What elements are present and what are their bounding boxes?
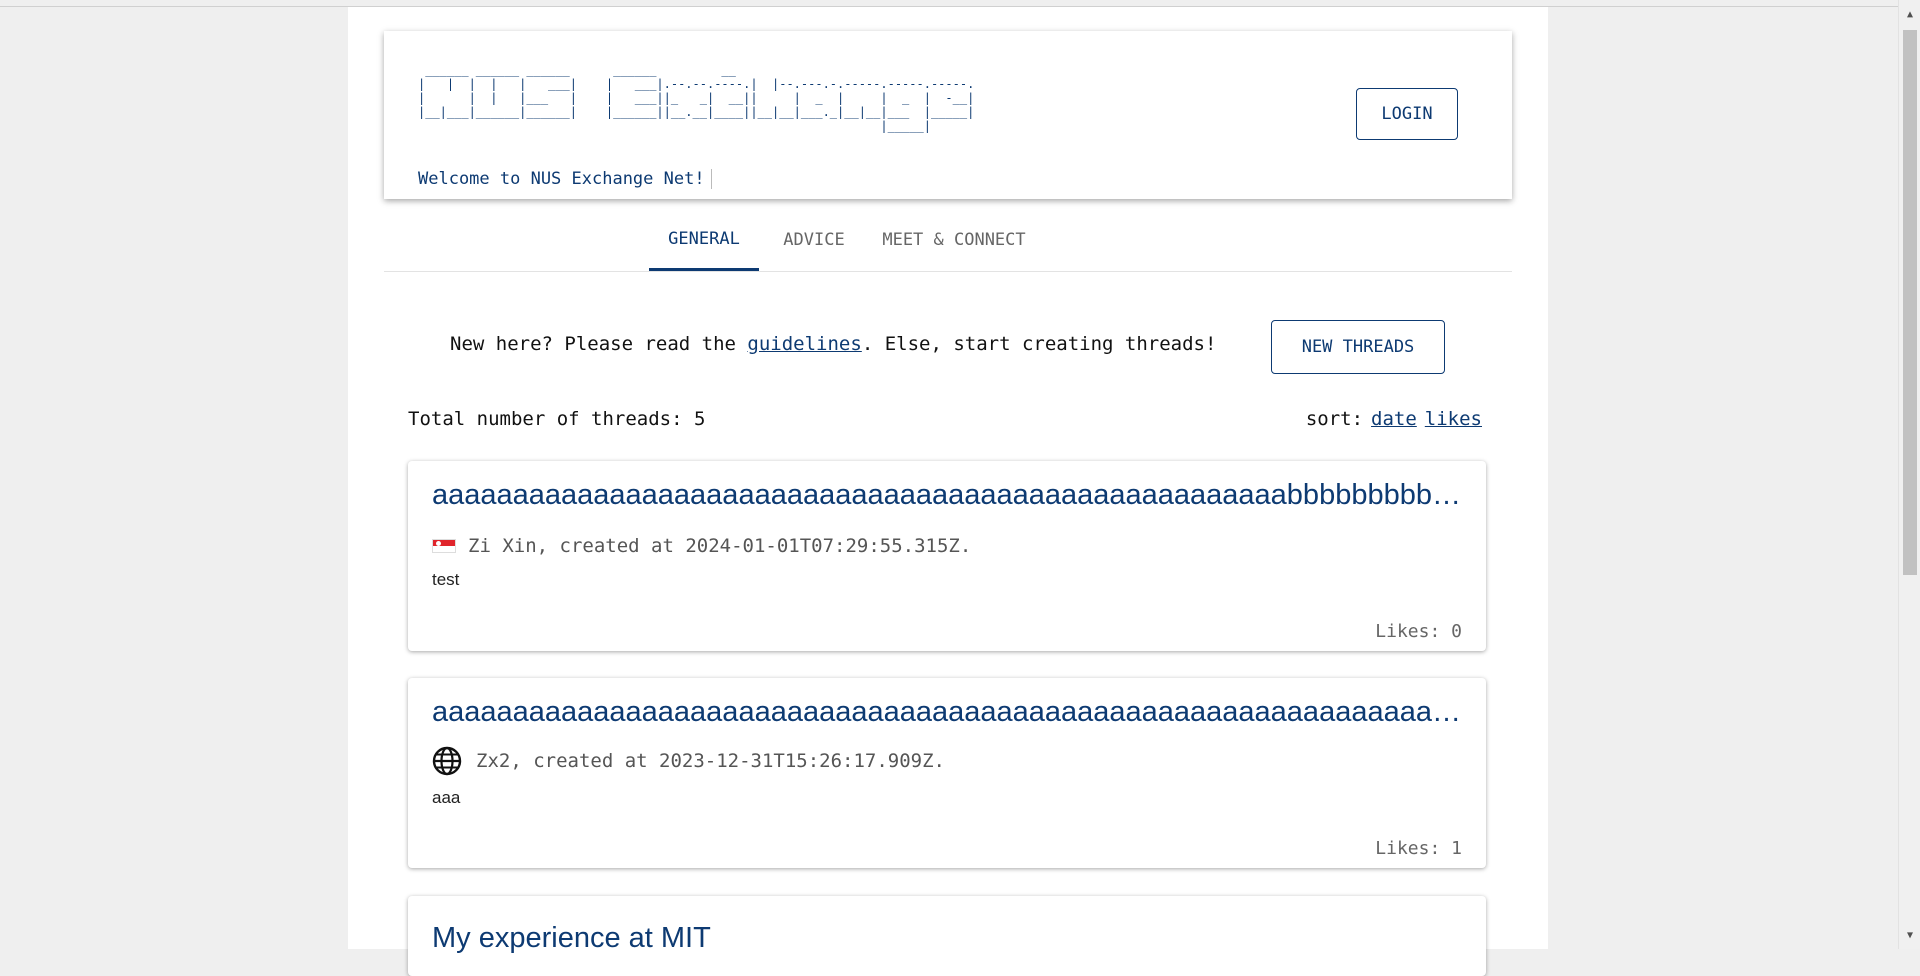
thread-card[interactable]: My experience at MIT [408,896,1486,976]
thread-title[interactable]: My experience at MIT [432,922,1462,955]
thread-title[interactable]: aaaaaaaaaaaaaaaaaaaaaaaaaaaaaaaaaaaaaaaa… [432,479,1462,512]
thread-card[interactable]: aaaaaaaaaaaaaaaaaaaaaaaaaaaaaaaaaaaaaaaa… [408,461,1486,651]
intro-before: New here? Please read the [450,333,748,355]
new-threads-button[interactable]: NEW THREADS [1271,320,1445,374]
sort-label: sort: [1305,408,1364,430]
tab-meet-connect[interactable]: MEET & CONNECT [869,209,1039,271]
sort-controls: sort: date likes [1306,408,1482,430]
thread-count: Total number of threads: 5 [408,408,706,430]
scrollbar-thumb[interactable] [1903,30,1917,575]
sort-date-link[interactable]: date [1371,408,1417,430]
thread-title[interactable]: aaaaaaaaaaaaaaaaaaaaaaaaaaaaaaaaaaaaaaaa… [432,696,1462,729]
scroll-down-arrow-icon[interactable]: ▼ [1899,925,1920,945]
thread-author-date: Zx2, created at 2023-12-31T15:26:17.909Z… [476,750,945,772]
thread-body: aaa [432,788,461,807]
welcome-message: Welcome to NUS Exchange Net! [418,169,712,189]
thread-meta: Zi Xin, created at 2024-01-01T07:29:55.3… [432,535,971,557]
tab-general[interactable]: GENERAL [649,209,759,271]
thread-author-date: Zi Xin, created at 2024-01-01T07:29:55.3… [468,535,972,557]
thread-card[interactable]: aaaaaaaaaaaaaaaaaaaaaaaaaaaaaaaaaaaaaaaa… [408,678,1486,868]
thread-meta: Zx2, created at 2023-12-31T15:26:17.909Z… [432,746,945,776]
thread-body: test [432,570,460,589]
guidelines-link[interactable]: guidelines [747,333,861,355]
thread-likes: Likes: 0 [1375,621,1462,642]
singapore-flag-icon [432,539,456,553]
intro-after: . Else, start creating threads! [861,333,1217,355]
intro-text: New here? Please read the guidelines. El… [450,333,1216,355]
thread-likes: Likes: 1 [1375,838,1462,859]
category-tabs: GENERAL ADVICE MEET & CONNECT [384,209,1512,272]
main-page: ______ ______ ______ ______ __ | | | | |… [348,7,1548,976]
scroll-up-arrow-icon[interactable]: ▲ [1899,4,1920,24]
tab-advice[interactable]: ADVICE [774,209,854,271]
login-button[interactable]: LOGIN [1356,88,1458,140]
page-scrollbar[interactable]: ▲ ▼ [1898,0,1920,949]
site-header: ______ ______ ______ ______ __ | | | | |… [384,31,1512,199]
sort-likes-link[interactable]: likes [1425,408,1482,430]
globe-icon [432,746,462,776]
browser-top-border [0,0,1898,7]
ascii-logo: ______ ______ ______ ______ __ | | | | |… [418,63,975,133]
